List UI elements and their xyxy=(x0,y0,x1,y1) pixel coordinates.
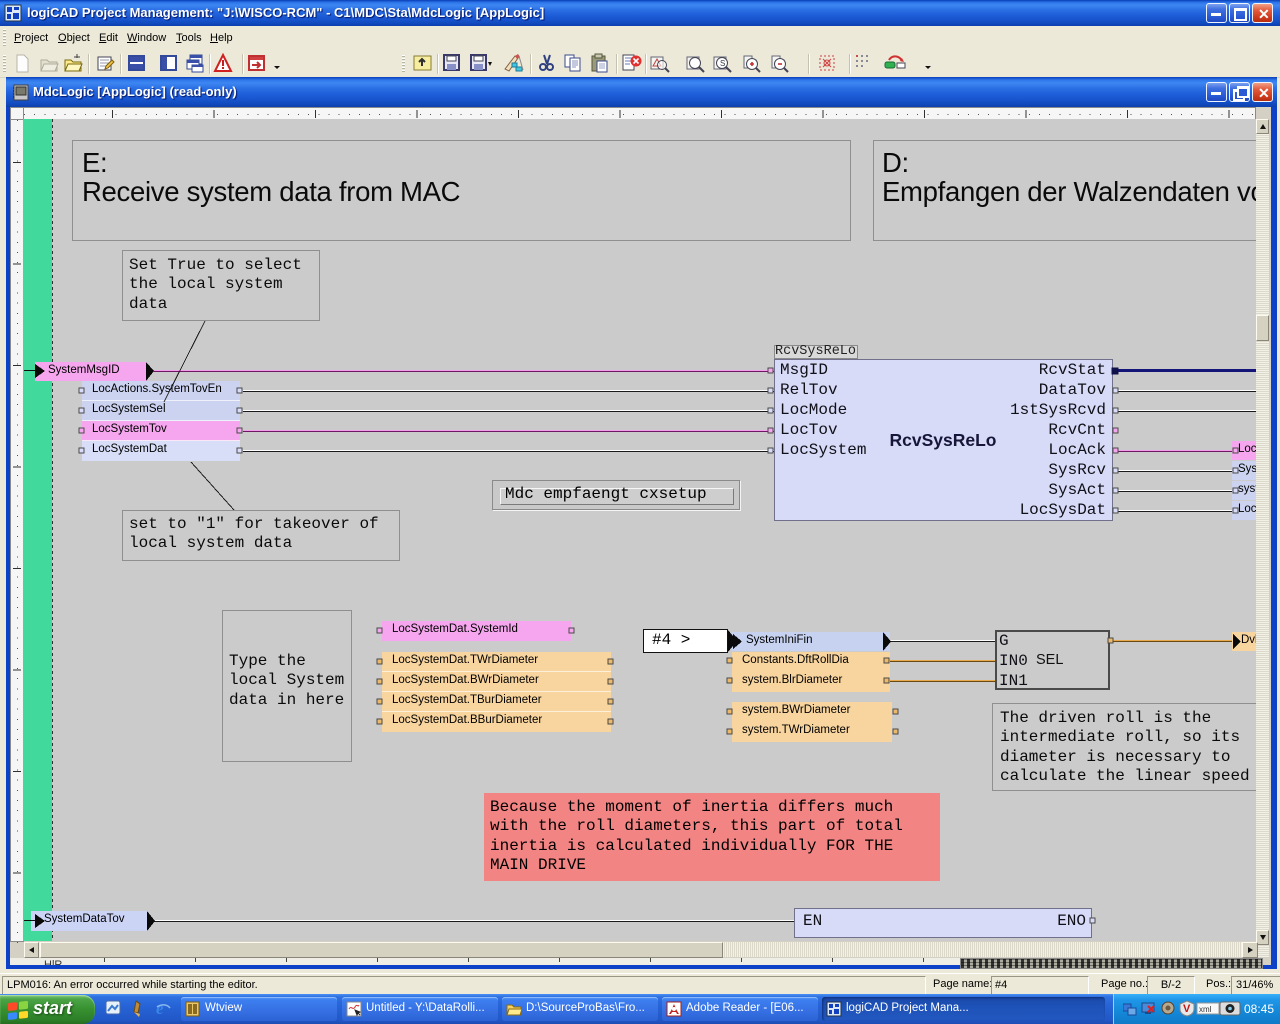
svg-text:e: e xyxy=(156,999,164,1018)
svg-text:V: V xyxy=(1183,1003,1191,1015)
svg-text:xml: xml xyxy=(1199,1005,1212,1014)
svg-text:S: S xyxy=(720,59,725,68)
